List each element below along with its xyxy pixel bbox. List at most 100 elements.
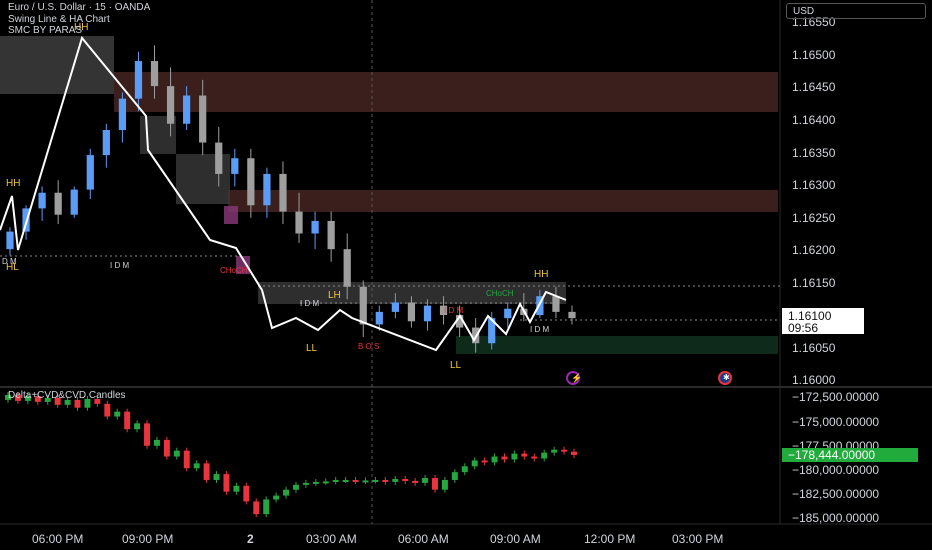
price-axis-label: 1.16200 [792, 243, 836, 257]
price-candle [375, 311, 383, 325]
price-candle [311, 220, 319, 234]
price-axis-label: 1.16300 [792, 178, 836, 192]
cvd-candle [322, 481, 329, 484]
label-choch-2: CHoCH [486, 289, 514, 298]
cvd-candle [273, 495, 280, 500]
cvd-candle [332, 479, 339, 482]
price-axis-label: 1.16500 [792, 48, 836, 62]
cvd-candle [461, 466, 468, 473]
price-candle [54, 192, 62, 215]
cvd-candle [193, 463, 200, 469]
time-axis-label: 06:00 PM [32, 532, 83, 546]
price-candle [327, 220, 335, 250]
bar-countdown: 09:56 [788, 321, 819, 335]
cvd-candle [253, 501, 260, 515]
lower-pane-title: Delta+CVD&CVD Candles [8, 390, 126, 401]
label-idm-1: I D M [110, 261, 129, 270]
price-candle [359, 286, 367, 325]
cvd-candle [372, 479, 379, 482]
cvd-candle [362, 480, 369, 483]
cvd-candle [392, 478, 399, 482]
gear-badge-icon[interactable]: ✱ [718, 371, 732, 385]
time-axis[interactable]: 06:00 PM 09:00 PM 2 03:00 AM 06:00 AM 09… [32, 532, 723, 546]
price-candle [247, 158, 255, 206]
chart-canvas[interactable]: HH HH HL D M I D M CHoCH I D M LH LL B O… [0, 0, 932, 550]
cvd-candle [511, 453, 518, 460]
time-axis-label: 03:00 PM [672, 532, 723, 546]
cvd-axis-label: −182,500.00000 [792, 487, 879, 501]
supply-zone-top-box [0, 36, 114, 94]
cvd-candle [441, 479, 448, 490]
price-candle [215, 142, 223, 174]
price-axis-label: 1.16250 [792, 211, 836, 225]
cvd-candle [432, 478, 438, 490]
cvd-candle [302, 482, 309, 485]
label-idm-2: I D M [300, 299, 319, 308]
cvd-candle [283, 489, 290, 496]
time-axis-label: 12:00 PM [584, 532, 635, 546]
time-axis-label: 03:00 AM [306, 532, 357, 546]
cvd-candle [352, 479, 359, 482]
symbol-title[interactable]: Euro / U.S. Dollar · 15 · OANDA [8, 2, 150, 13]
cvd-candle [134, 423, 141, 430]
time-axis-label: 06:00 AM [398, 532, 449, 546]
label-ll-2: LL [450, 360, 462, 371]
price-candle [423, 305, 432, 322]
indicator-swing-line[interactable]: Swing Line & HA Chart [8, 14, 110, 25]
cvd-candle [382, 479, 389, 482]
price-candle [504, 308, 512, 319]
price-axis-label: 1.16350 [792, 146, 836, 160]
lightning-icon[interactable]: ⚡ [566, 371, 582, 385]
currency-button[interactable]: USD [786, 3, 926, 19]
label-ll-1: LL [306, 343, 318, 354]
cvd-candle [501, 456, 508, 460]
time-axis-label: 09:00 PM [122, 532, 173, 546]
cvd-candle [74, 399, 81, 408]
label-idm-3: I D M [444, 306, 463, 315]
cvd-candle [153, 439, 160, 446]
cvd-candle [561, 449, 568, 452]
price-candle [295, 211, 303, 234]
supply-zone-lower [228, 190, 778, 212]
price-candle [552, 296, 560, 312]
cvd-candle [223, 474, 230, 492]
cvd-candle [342, 479, 349, 482]
indicator-smc[interactable]: SMC BY PARAS [8, 25, 82, 36]
cvd-candle [104, 403, 111, 417]
cvd-candles [5, 392, 577, 518]
current-price-badge: 1.16100 09:56 [782, 308, 864, 334]
price-candle [150, 61, 159, 87]
cvd-candle [144, 423, 150, 446]
cvd-axis-label: −185,000.00000 [792, 511, 879, 525]
cvd-candle [471, 460, 478, 467]
cvd-candle [451, 472, 458, 480]
label-hh-right: HH [534, 269, 548, 280]
price-candle [86, 155, 94, 190]
cvd-candle [233, 485, 240, 492]
label-hh-left: HH [6, 178, 20, 189]
price-candle [568, 311, 576, 319]
time-axis-label: 2 [247, 532, 254, 546]
cvd-candle [173, 450, 180, 457]
price-candle [6, 231, 14, 250]
price-axis-label: 1.16450 [792, 80, 836, 94]
cvd-axis-label: −180,000.00000 [792, 463, 879, 477]
cvd-candle [213, 474, 220, 480]
price-candle [279, 173, 287, 212]
supply-zone-upper [114, 72, 778, 112]
price-candle [70, 189, 78, 215]
price-candle [183, 95, 191, 124]
cvd-candle [312, 481, 319, 484]
cvd-candle [292, 484, 299, 490]
cvd-candle [571, 451, 577, 456]
price-axis-label: 1.16050 [792, 341, 836, 355]
cvd-candle [163, 439, 170, 457]
chart-window: HH HH HL D M I D M CHoCH I D M LH LL B O… [0, 0, 932, 550]
cvd-candle [541, 452, 548, 459]
cvd-candle [412, 480, 419, 483]
cvd-candle [114, 411, 121, 417]
price-candle [391, 302, 399, 312]
cvd-candle [243, 485, 250, 502]
cvd-candle [183, 450, 190, 469]
price-candle [343, 249, 351, 287]
